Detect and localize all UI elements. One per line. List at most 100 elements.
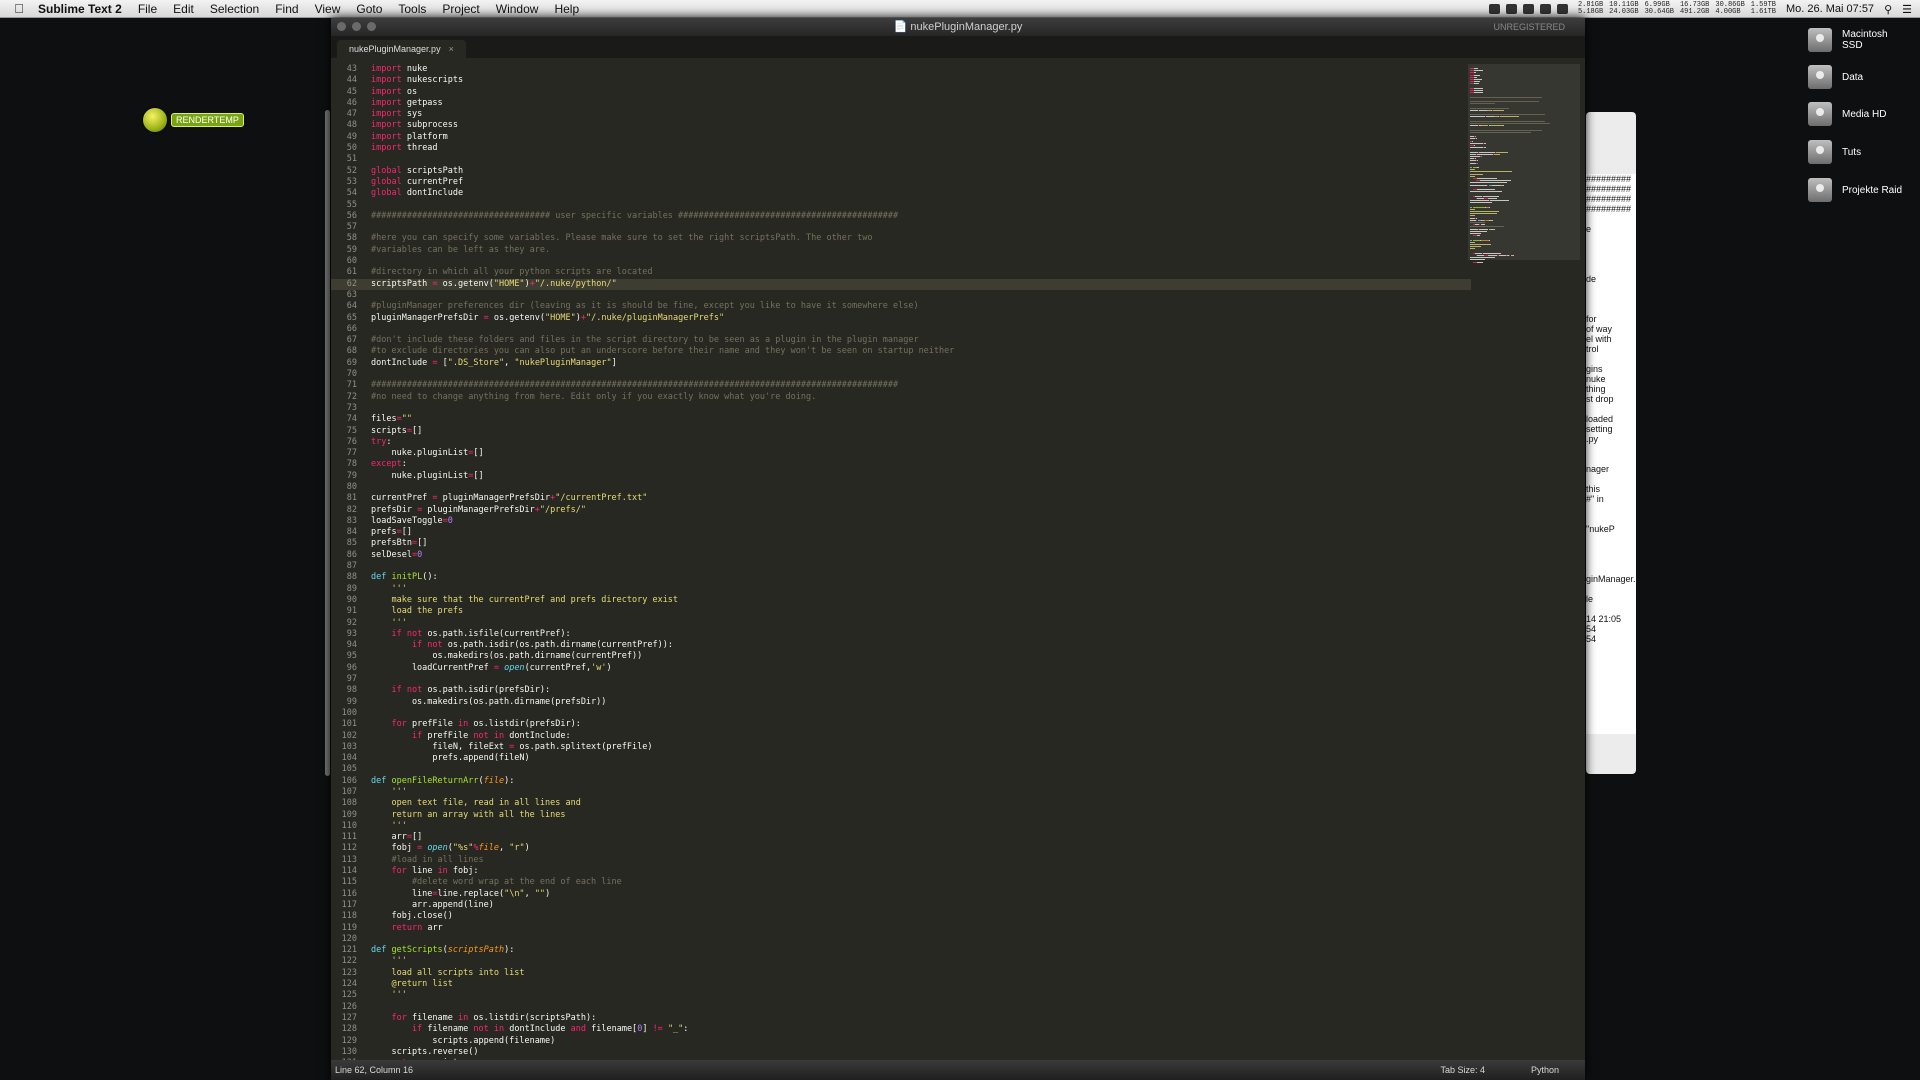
background-window[interactable]: ######### ######### ######### ######### e d… [1586,112,1636,774]
app-menu[interactable]: Sublime Text 2 [38,2,122,16]
code-line[interactable]: 64 #pluginManager preferences dir (leavin… [331,301,1471,312]
code-line[interactable]: 99 os.makedirs(os.path.dirname(prefsDir)… [331,697,1471,708]
code-line[interactable]: 101 for prefFile in os.listdir(prefsDir)… [331,719,1471,730]
clock[interactable]: Mo. 26. Mai 07:57 [1786,3,1874,15]
code-line[interactable]: 118 fobj.close() [331,911,1471,922]
code-line[interactable]: 65 pluginManagerPrefsDir = os.getenv("HOM… [331,313,1471,324]
code-line[interactable]: 107 ''' [331,787,1471,798]
code-line[interactable]: 46 import getpass [331,98,1471,109]
code-line[interactable]: 119 return arr [331,923,1471,934]
tab-size-selector[interactable]: Tab Size: 4 [1440,1060,1485,1080]
code-line[interactable]: 44 import nukescripts [331,75,1471,86]
code-line[interactable]: 116 line=line.replace("\n", "") [331,889,1471,900]
code-line[interactable]: 74 files="" [331,414,1471,425]
background-window-scrollbar[interactable] [325,110,330,776]
drive-tuts[interactable]: Tuts [1808,140,1861,164]
code-line[interactable]: 124 @return list [331,979,1471,990]
code-line[interactable]: 45 import os [331,87,1471,98]
code-line[interactable]: 69 dontInclude = [".DS_Store", "nukePlugi… [331,358,1471,369]
code-line[interactable]: 54 global dontInclude [331,188,1471,199]
code-line[interactable]: 114 for line in fobj: [331,866,1471,877]
code-line[interactable]: 56 ################################### us… [331,211,1471,222]
code-line[interactable]: 77 nuke.pluginList=[] [331,448,1471,459]
sync-icon[interactable] [1539,4,1551,14]
code-line[interactable]: 115 #delete word wrap at the end of each… [331,877,1471,888]
tab-close-icon[interactable]: × [449,44,454,54]
rendertemp-folder[interactable]: RENDERTEMP [143,108,244,132]
code-line[interactable]: 117 arr.append(line) [331,900,1471,911]
code-line[interactable]: 66 [331,324,1471,335]
code-line[interactable]: 113 #load in all lines [331,855,1471,866]
drive-projekte-raid[interactable]: Projekte Raid [1808,178,1902,202]
code-line[interactable]: 122 ''' [331,956,1471,967]
code-line[interactable]: 130 scripts.reverse() [331,1047,1471,1058]
code-line[interactable]: 49 import platform [331,132,1471,143]
code-editor[interactable]: 43 import nuke 44 import nukescripts 45 impor… [331,64,1471,1060]
code-line[interactable]: 63 [331,290,1471,301]
finder-window-icon[interactable] [1505,4,1517,14]
code-line[interactable]: 87 [331,561,1471,572]
menu-selection[interactable]: Selection [210,2,259,16]
code-line[interactable]: 105 [331,764,1471,775]
code-line[interactable]: 80 [331,482,1471,493]
code-line[interactable]: 120 [331,934,1471,945]
code-line[interactable]: 128 if filename not in dontInclude and f… [331,1024,1471,1035]
menu-find[interactable]: Find [275,2,298,16]
code-line[interactable]: 100 [331,708,1471,719]
menu-help[interactable]: Help [554,2,579,16]
code-line[interactable]: 109 return an array with all the lines [331,810,1471,821]
code-line[interactable]: 50 import thread [331,143,1471,154]
code-line[interactable]: 78 except: [331,459,1471,470]
code-line[interactable]: 92 ''' [331,618,1471,629]
menu-edit[interactable]: Edit [173,2,194,16]
code-line[interactable]: 89 ''' [331,584,1471,595]
menu-file[interactable]: File [138,2,157,16]
code-line[interactable]: 88 def initPL(): [331,572,1471,583]
code-line[interactable]: 104 prefs.append(fileN) [331,753,1471,764]
code-line[interactable]: 71 ######################################… [331,380,1471,391]
zoom-window-icon[interactable] [367,22,376,31]
code-line[interactable]: 96 loadCurrentPref = open(currentPref,'w… [331,663,1471,674]
drive-media-hd[interactable]: Media HD [1808,102,1886,126]
code-line[interactable]: 85 prefsBtn=[] [331,538,1471,549]
code-line[interactable]: 47 import sys [331,109,1471,120]
tab-nukepluginmanager[interactable]: nukePluginManager.py × [337,40,466,58]
code-line[interactable]: 51 [331,154,1471,165]
code-line[interactable]: 129 scripts.append(filename) [331,1036,1471,1047]
code-line[interactable]: 73 [331,403,1471,414]
code-line[interactable]: 127 for filename in os.listdir(scriptsPa… [331,1013,1471,1024]
code-line[interactable]: 97 [331,674,1471,685]
code-line[interactable]: 57 [331,222,1471,233]
code-line[interactable]: 76 try: [331,437,1471,448]
code-line[interactable]: 106 def openFileReturnArr(file): [331,776,1471,787]
code-line[interactable]: 84 prefs=[] [331,527,1471,538]
syntax-selector[interactable]: Python [1531,1060,1559,1080]
menu-tools[interactable]: Tools [398,2,426,16]
code-line[interactable]: 62 scriptsPath = os.getenv("HOME")+"/.nuk… [331,278,1471,290]
code-line[interactable]: 121 def getScripts(scriptsPath): [331,945,1471,956]
code-line[interactable]: 123 load all scripts into list [331,968,1471,979]
drive-macintosh-ssd[interactable]: Macintosh SSD [1808,28,1888,52]
title-bar[interactable]: 📄 nukePluginManager.py UNREGISTERED [331,18,1585,36]
code-line[interactable]: 81 currentPref = pluginManagerPrefsDir+"/… [331,493,1471,504]
minimap[interactable] [1468,64,1580,1060]
apple-menu-icon[interactable]:  [0,1,38,16]
code-line[interactable]: 58 #here you can specify some variables. … [331,233,1471,244]
code-line[interactable]: 83 loadSaveToggle=0 [331,516,1471,527]
menu-goto[interactable]: Goto [356,2,382,16]
code-line[interactable]: 91 load the prefs [331,606,1471,617]
code-line[interactable]: 48 import subprocess [331,120,1471,131]
code-line[interactable]: 75 scripts=[] [331,426,1471,437]
code-line[interactable]: 90 make sure that the currentPref and pr… [331,595,1471,606]
code-line[interactable]: 126 [331,1002,1471,1013]
network-icon[interactable] [1556,4,1568,14]
code-line[interactable]: 70 [331,369,1471,380]
minimize-window-icon[interactable] [352,22,361,31]
code-line[interactable]: 72 #no need to change anything from here.… [331,392,1471,403]
code-line[interactable]: 112 fobj = open("%s"%file, "r") [331,843,1471,854]
dropbox-icon[interactable] [1488,4,1500,14]
close-window-icon[interactable] [337,22,346,31]
drive-data[interactable]: Data [1808,65,1863,89]
code-line[interactable]: 86 selDesel=0 [331,550,1471,561]
code-line[interactable]: 108 open text file, read in all lines an… [331,798,1471,809]
